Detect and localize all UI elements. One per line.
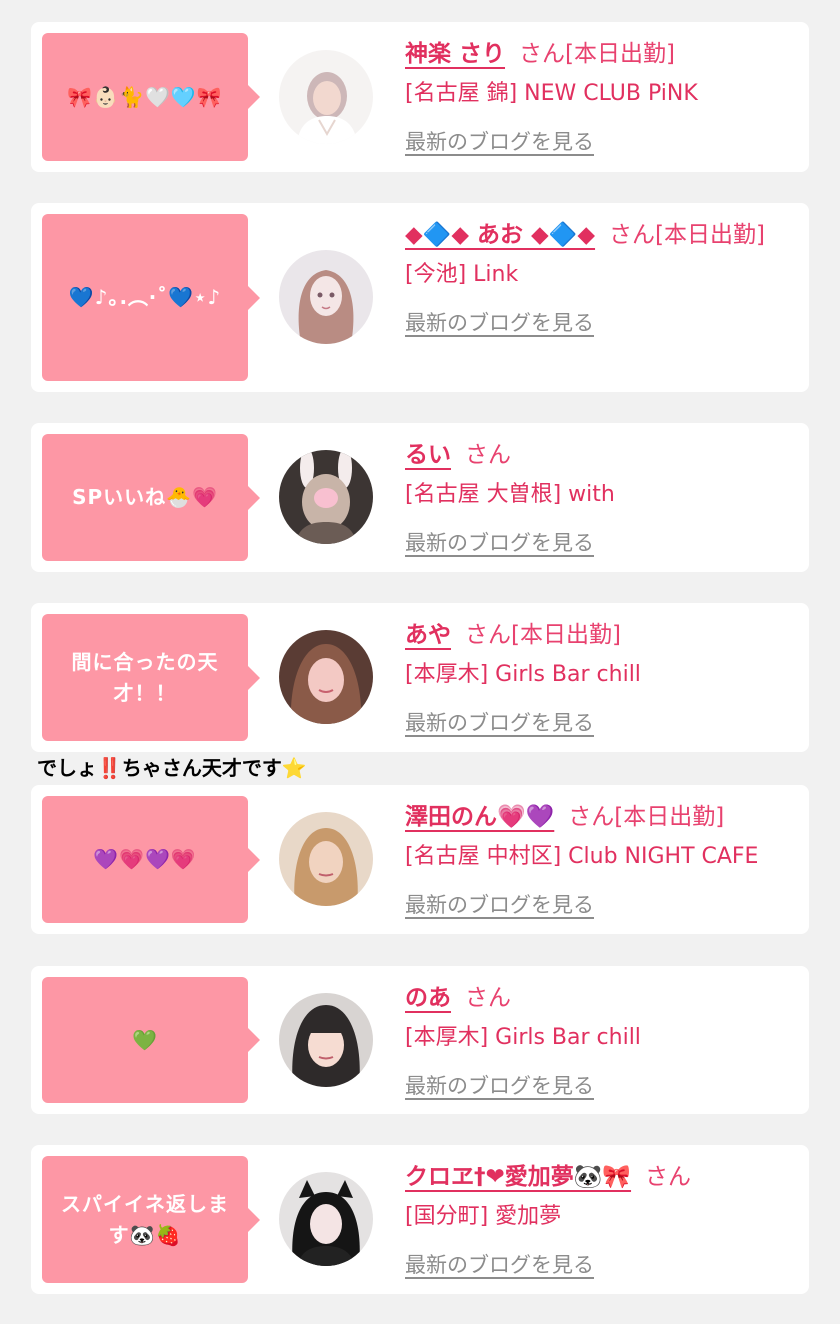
blog-card: スパイイネ返します🐼🍓 クロヱ†❤︎愛加夢🐼🎀 さん [国分町] 愛加夢 最新のブ… [31, 1145, 809, 1294]
blog-card: 💚 のあ さん [本厚木] Girls Bar chill 最新のブログを見る [31, 966, 809, 1114]
girl-name-link[interactable]: のあ [405, 985, 451, 1011]
store-name: [名古屋 錦] NEW CLUB PiNK [405, 81, 698, 106]
avatar-image [279, 250, 373, 344]
store-name: [名古屋 大曽根] with [405, 482, 615, 507]
avatar[interactable] [279, 1172, 373, 1266]
san-label: さん [465, 622, 511, 648]
avatar-image [279, 630, 373, 724]
san-label: さん [609, 222, 656, 248]
store-name: [本厚木] Girls Bar chill [405, 1025, 641, 1050]
san-label: さん [568, 804, 615, 830]
blog-card: 🎀👶🏻🐈🤍🩵🎀 神楽 さり さん[本日出勤] [名古屋 錦] NEW CLUB P… [31, 22, 809, 172]
avatar[interactable] [279, 50, 373, 144]
girl-name-link[interactable]: 神楽 さり [405, 41, 505, 67]
san-label: さん [519, 41, 566, 67]
comment-bubble: 💙♪｡.︵‧˚💙⋆♪ [42, 214, 260, 381]
work-status: [本日出勤] [565, 41, 675, 67]
latest-blog-link[interactable]: 最新のブログを見る [405, 1070, 594, 1100]
comment-bubble: 💚 [42, 977, 260, 1103]
avatar-image [279, 812, 373, 906]
store-name: [名古屋 中村区] Club NIGHT CAFE [405, 844, 759, 869]
comment-bubble: SPいいね🐣💗 [42, 434, 260, 561]
girl-name-link[interactable]: あや [405, 622, 451, 648]
latest-blog-link[interactable]: 最新のブログを見る [405, 527, 594, 557]
san-label: さん [465, 985, 511, 1011]
comment-bubble: 💜💗💜💗 [42, 796, 260, 923]
store-name: [今池] Link [405, 262, 519, 287]
blog-card: 間に合ったの天才！！ あや さん[本日出勤] [本厚木] Girls Bar ch… [31, 603, 809, 752]
girl-name-link[interactable]: 澤田のん💗💜 [405, 804, 554, 830]
comment-bubble: スパイイネ返します🐼🍓 [42, 1156, 260, 1283]
avatar-image [279, 1172, 373, 1266]
san-label: さん [645, 1164, 692, 1190]
avatar[interactable] [279, 250, 373, 344]
avatar[interactable] [279, 630, 373, 724]
latest-blog-link[interactable]: 最新のブログを見る [405, 889, 594, 919]
comment-bubble: 間に合ったの天才！！ [42, 614, 260, 741]
store-name: [本厚木] Girls Bar chill [405, 662, 641, 687]
san-label: さん [465, 442, 511, 468]
girl-name-link[interactable]: るい [405, 442, 451, 468]
work-status: [本日出勤] [614, 804, 725, 830]
avatar[interactable] [279, 812, 373, 906]
blog-card: 💙♪｡.︵‧˚💙⋆♪ ◆🔷◆ あお ◆🔷◆ さん[本日出勤] [今池] Link … [31, 203, 809, 392]
latest-blog-link[interactable]: 最新のブログを見る [405, 1249, 594, 1279]
blog-card: SPいいね🐣💗 るい さん [名古屋 大曽根] with 最新のブログを見る [31, 423, 809, 572]
reply-comment: でしょ‼️ちゃさん天才です⭐️ [37, 756, 307, 780]
girl-name-link[interactable]: クロヱ†❤︎愛加夢🐼🎀 [405, 1164, 631, 1190]
latest-blog-link[interactable]: 最新のブログを見る [405, 707, 594, 737]
avatar[interactable] [279, 450, 373, 544]
work-status: [本日出勤] [511, 622, 621, 648]
avatar-image [279, 993, 373, 1087]
avatar[interactable] [279, 993, 373, 1087]
latest-blog-link[interactable]: 最新のブログを見る [405, 126, 594, 156]
avatar-image [279, 50, 373, 144]
comment-bubble: 🎀👶🏻🐈🤍🩵🎀 [42, 33, 260, 161]
store-name: [国分町] 愛加夢 [405, 1204, 562, 1229]
work-status: [本日出勤] [655, 222, 765, 248]
girl-name-link[interactable]: ◆🔷◆ あお ◆🔷◆ [405, 222, 595, 248]
blog-card: 💜💗💜💗 澤田のん💗💜 さん[本日出勤] [名古屋 中村区] Club NIGHT… [31, 785, 809, 934]
avatar-image [279, 450, 373, 544]
latest-blog-link[interactable]: 最新のブログを見る [405, 307, 594, 337]
